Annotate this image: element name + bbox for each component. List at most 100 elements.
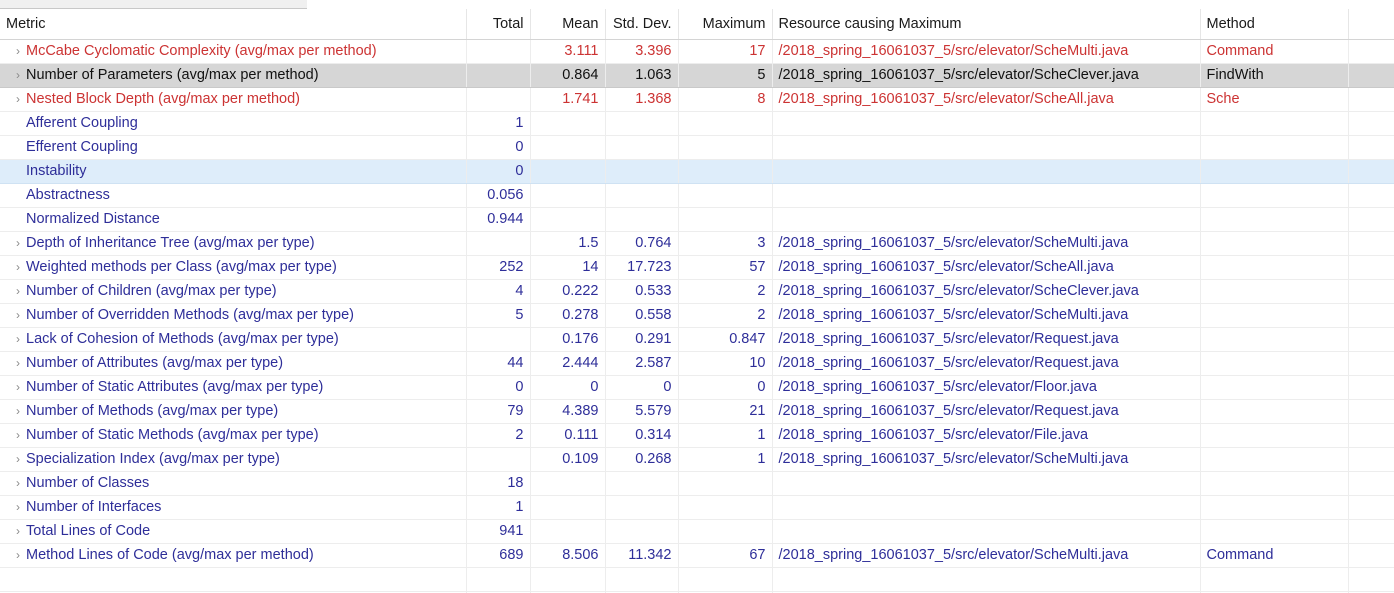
cell-total: 1 [466,111,531,136]
table-row[interactable]: › Method Lines of Code (avg/max per metho… [0,543,1394,568]
cell-metric[interactable]: › Nested Block Depth (avg/max per method) [0,87,467,112]
column-header-mean[interactable]: Mean [530,9,606,40]
cell-metric[interactable]: › Number of Methods (avg/max per type) [0,399,467,424]
cell-metric[interactable]: ›Abstractness [0,183,467,208]
chevron-right-icon[interactable]: › [10,285,26,297]
cell-method: FindWith [1200,63,1349,88]
table-row[interactable]: › Weighted methods per Class (avg/max per… [0,255,1394,280]
table-row[interactable]: › McCabe Cyclomatic Complexity (avg/max p… [0,39,1394,64]
cell-metric[interactable]: › Number of Static Attributes (avg/max pe… [0,375,467,400]
cell-std-dev: 3.396 [605,39,679,64]
table-row[interactable]: › Number of Overridden Methods (avg/max p… [0,303,1394,328]
chevron-right-icon[interactable]: › [10,357,26,369]
cell-maximum: 3 [678,231,773,256]
chevron-right-icon[interactable]: › [10,405,26,417]
table-row[interactable]: › Number of Classes 18 [0,471,1394,496]
column-header-resource-causing-maximum[interactable]: Resource causing Maximum [772,9,1201,40]
cell-metric[interactable]: › Lack of Cohesion of Methods (avg/max pe… [0,327,467,352]
cell-resource-causing-maximum: /2018_spring_16061037_5/src/elevator/Sch… [772,543,1201,568]
cell-maximum: 1 [678,447,773,472]
chevron-right-icon[interactable]: › [10,261,26,273]
chevron-right-icon[interactable]: › [10,477,26,489]
cell-metric[interactable]: › Number of Attributes (avg/max per type) [0,351,467,376]
metric-label: Number of Static Attributes (avg/max per… [26,379,324,395]
cell-total [466,39,531,64]
cell-resource-causing-maximum: /2018_spring_16061037_5/src/elevator/Flo… [772,375,1201,400]
cell-method [1200,471,1349,496]
chevron-right-icon[interactable]: › [10,69,26,81]
cell-resource-causing-maximum: /2018_spring_16061037_5/src/elevator/Sch… [772,303,1201,328]
column-header-metric[interactable]: Metric [0,9,467,40]
chevron-right-icon[interactable]: › [10,453,26,465]
table-row[interactable]: › Depth of Inheritance Tree (avg/max per … [0,231,1394,256]
table-row-empty[interactable]: › [0,567,1394,592]
table-row[interactable]: › Specialization Index (avg/max per type)… [0,447,1394,472]
table-row[interactable]: › Number of Children (avg/max per type) 4 0… [0,279,1394,304]
column-header-std-dev[interactable]: Std. Dev. [605,9,679,40]
cell-metric[interactable]: › Number of Interfaces [0,495,467,520]
tab-strip-partial [0,0,307,9]
cell-metric[interactable]: ›Afferent Coupling [0,111,467,136]
cell-metric[interactable]: › Number of Children (avg/max per type) [0,279,467,304]
cell-metric[interactable]: › Specialization Index (avg/max per type) [0,447,467,472]
cell-metric[interactable]: › Weighted methods per Class (avg/max per… [0,255,467,280]
column-header-method[interactable]: Method [1200,9,1349,40]
chevron-right-icon[interactable]: › [10,45,26,57]
table-row[interactable]: ›Efferent Coupling0 [0,135,1394,160]
table-row[interactable]: › Number of Attributes (avg/max per type)… [0,351,1394,376]
table-row[interactable]: ›Normalized Distance0.944 [0,207,1394,232]
metric-label: Depth of Inheritance Tree (avg/max per t… [26,235,315,251]
cell-metric[interactable]: › [0,567,467,592]
chevron-right-icon[interactable]: › [10,501,26,513]
cell-mean: 2.444 [530,351,606,376]
chevron-right-icon[interactable]: › [10,525,26,537]
cell-metric[interactable]: ›Normalized Distance [0,207,467,232]
chevron-right-icon[interactable]: › [10,309,26,321]
table-row[interactable]: › Number of Parameters (avg/max per metho… [0,63,1394,88]
cell-metric[interactable]: ›Efferent Coupling [0,135,467,160]
cell-std-dev: 0.764 [605,231,679,256]
cell-std-dev [605,207,679,232]
table-row[interactable]: › Lack of Cohesion of Methods (avg/max pe… [0,327,1394,352]
cell-metric[interactable]: › Number of Static Methods (avg/max per t… [0,423,467,448]
table-row[interactable]: › Number of Interfaces 1 [0,495,1394,520]
cell-metric[interactable]: › Depth of Inheritance Tree (avg/max per … [0,231,467,256]
cell-metric[interactable]: › Number of Overridden Methods (avg/max p… [0,303,467,328]
table-row[interactable]: ›Abstractness0.056 [0,183,1394,208]
table-row[interactable]: › Number of Methods (avg/max per type) 79 4… [0,399,1394,424]
table-row[interactable]: › Number of Static Methods (avg/max per t… [0,423,1394,448]
table-row[interactable]: › Number of Static Attributes (avg/max pe… [0,375,1394,400]
chevron-right-icon[interactable]: › [10,429,26,441]
cell-spacer [1348,63,1394,88]
cell-total: 941 [466,519,531,544]
cell-resource-causing-maximum [772,495,1201,520]
cell-mean [530,159,606,184]
column-header-maximum[interactable]: Maximum [678,9,773,40]
cell-metric[interactable]: › Number of Parameters (avg/max per metho… [0,63,467,88]
chevron-right-icon[interactable]: › [10,549,26,561]
table-row[interactable]: ›Instability0 [0,159,1394,184]
table-row[interactable]: › Nested Block Depth (avg/max per method)… [0,87,1394,112]
cell-metric[interactable]: › Total Lines of Code [0,519,467,544]
chevron-right-icon[interactable]: › [10,93,26,105]
cell-spacer [1348,543,1394,568]
cell-metric[interactable]: › Number of Classes [0,471,467,496]
cell-mean: 8.506 [530,543,606,568]
table-row[interactable]: ›Afferent Coupling1 [0,111,1394,136]
chevron-right-icon[interactable]: › [10,381,26,393]
chevron-right-icon[interactable]: › [10,333,26,345]
column-header-total[interactable]: Total [466,9,531,40]
cell-method: Command [1200,543,1349,568]
cell-spacer [1348,39,1394,64]
cell-total: 252 [466,255,531,280]
cell-metric[interactable]: ›Instability [0,159,467,184]
chevron-right-icon[interactable]: › [10,237,26,249]
metric-label: Number of Interfaces [26,499,162,515]
cell-metric[interactable]: › McCabe Cyclomatic Complexity (avg/max p… [0,39,467,64]
cell-mean [530,519,606,544]
cell-spacer [1348,495,1394,520]
cell-spacer [1348,471,1394,496]
cell-metric[interactable]: › Method Lines of Code (avg/max per metho… [0,543,467,568]
table-row[interactable]: › Total Lines of Code 941 [0,519,1394,544]
cell-mean [530,135,606,160]
